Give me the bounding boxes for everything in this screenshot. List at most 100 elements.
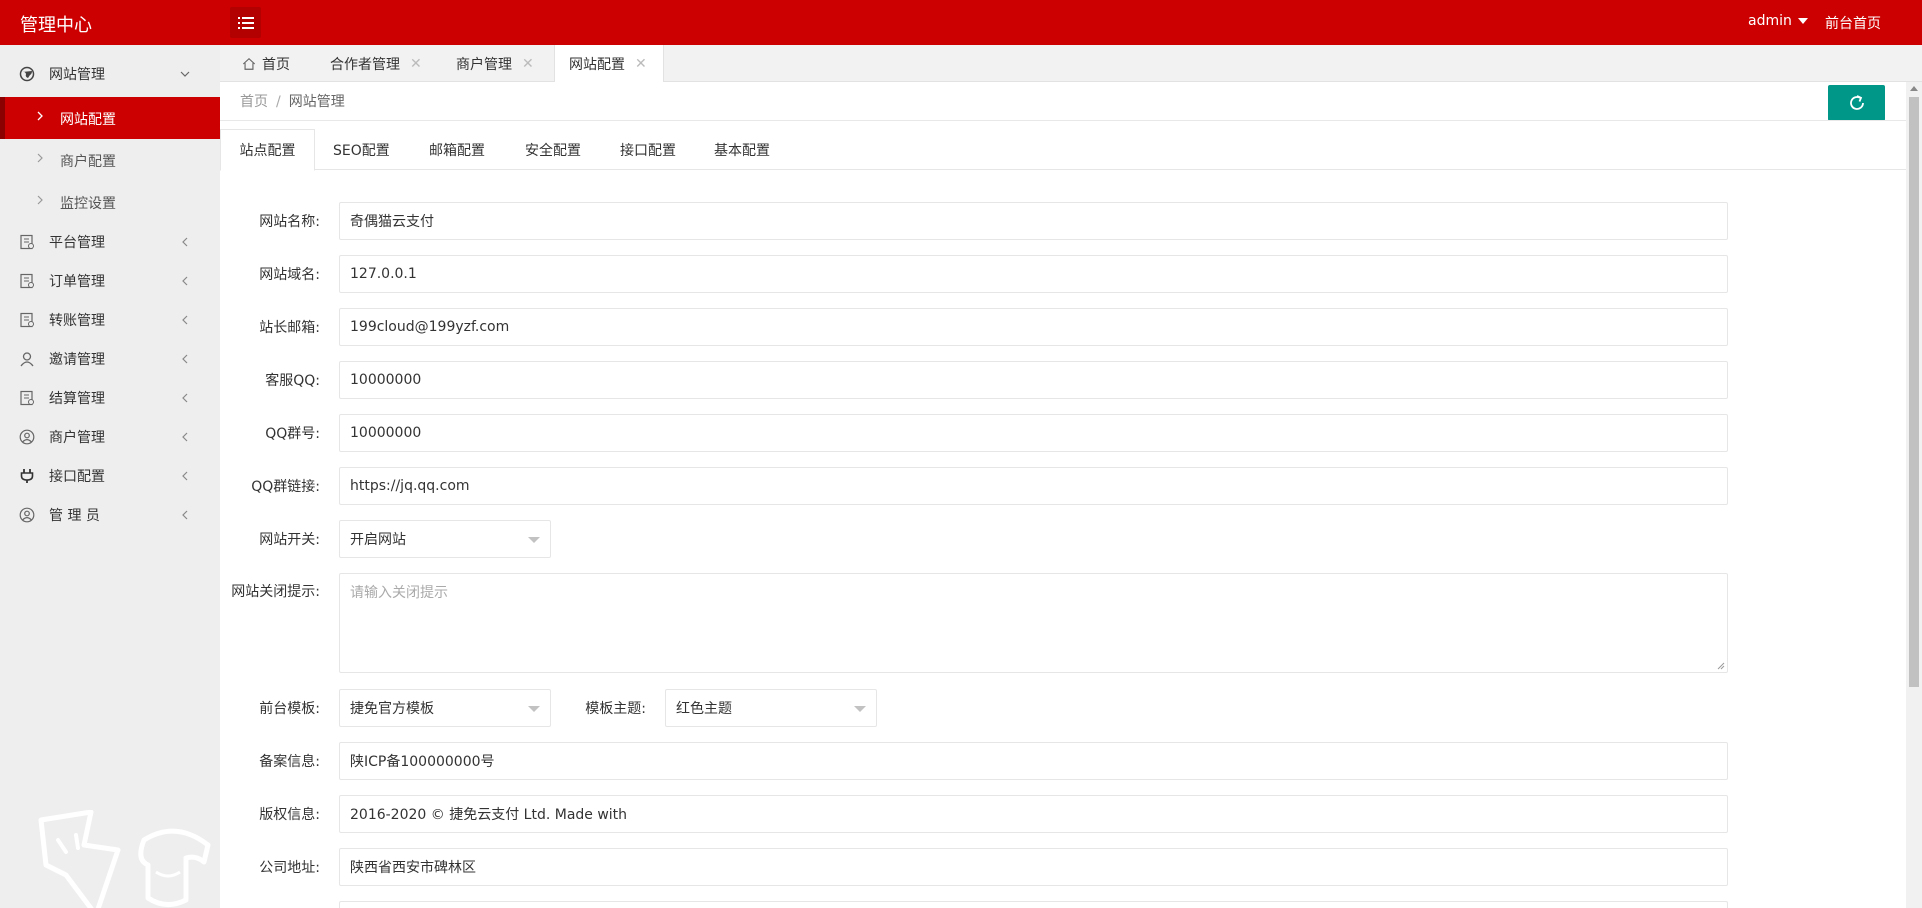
chevron-left-icon xyxy=(182,315,188,325)
sidebar-subitem-monitor-settings[interactable]: 监控设置 xyxy=(0,181,220,223)
icp-label: 备案信息: xyxy=(259,754,320,770)
sidebar: 网站管理 网站配置 商户配置 监控设置 平台管理 订单管理 转账管理 邀请管理 … xyxy=(0,45,220,908)
qq-group-link-label: QQ群链接: xyxy=(251,479,320,495)
watermark-logo-icon xyxy=(38,810,211,908)
resize-handle-icon[interactable] xyxy=(1717,662,1725,670)
chevron-left-icon xyxy=(182,471,188,481)
document-icon xyxy=(20,390,34,406)
site-switch-select[interactable]: 开启网站 xyxy=(339,520,551,558)
sidebar-item-label: 管 理 员 xyxy=(49,508,100,524)
tab-label: 合作者管理 xyxy=(330,56,400,73)
front-home-link[interactable]: 前台首页 xyxy=(1825,13,1881,33)
breadcrumb: 首页 / 网站管理 xyxy=(240,91,345,111)
template-label: 前台模板: xyxy=(259,701,320,717)
site-name-label: 网站名称: xyxy=(259,214,320,230)
site-switch-label: 网站开关: xyxy=(259,532,320,548)
tab-merchant-management[interactable]: 商户管理 ✕ xyxy=(456,45,534,82)
site-domain-input[interactable]: 127.0.0.1 xyxy=(339,255,1728,293)
copyright-input[interactable]: 2016-2020 © 捷免云支付 Ltd. Made with xyxy=(339,795,1728,833)
chevron-left-icon xyxy=(182,276,188,286)
chevron-down-icon xyxy=(180,71,190,77)
chevron-right-icon xyxy=(37,153,43,163)
tab-site-settings[interactable]: 站点配置 xyxy=(220,129,315,171)
close-icon[interactable]: ✕ xyxy=(522,56,534,72)
tab-label: 首页 xyxy=(262,56,290,73)
sidebar-subitem-site-config[interactable]: 网站配置 xyxy=(0,97,220,139)
qq-group-input[interactable]: 10000000 xyxy=(339,414,1728,452)
main-content: 首页 / 网站管理 站点配置 SEO配置 邮箱配置 安全配置 接口配置 基本配置 网… xyxy=(220,82,1906,908)
tab-security-settings[interactable]: 安全配置 xyxy=(525,129,581,170)
sidebar-item-label: 商户管理 xyxy=(49,430,105,446)
sidebar-subitem-label: 商户配置 xyxy=(60,154,116,170)
tab-home[interactable]: 首页 xyxy=(242,45,290,82)
theme-label: 模板主题: xyxy=(585,701,646,717)
plug-icon xyxy=(20,469,34,483)
tab-label: 商户管理 xyxy=(456,56,512,73)
sidebar-item-label: 平台管理 xyxy=(49,235,105,251)
close-icon[interactable]: ✕ xyxy=(635,56,647,72)
user-circle-icon xyxy=(19,429,35,445)
menu-toggle-button[interactable] xyxy=(230,7,261,38)
qq-group-link-input[interactable]: https://jq.qq.com xyxy=(339,467,1728,505)
breadcrumb-separator: / xyxy=(276,94,281,110)
sidebar-item-administrators[interactable]: 管 理 员 xyxy=(0,495,220,535)
site-domain-label: 网站域名: xyxy=(259,267,320,283)
service-qq-label: 客服QQ: xyxy=(265,373,320,389)
breadcrumb-home[interactable]: 首页 xyxy=(240,94,268,110)
tab-basic-settings[interactable]: 基本配置 xyxy=(714,129,770,170)
tab-site-config[interactable]: 网站配置 ✕ xyxy=(554,45,664,83)
user-name: admin xyxy=(1748,13,1792,29)
sidebar-item-orders[interactable]: 订单管理 xyxy=(0,261,220,301)
close-notice-textarea[interactable]: 请输入关闭提示 xyxy=(339,573,1728,673)
next-field-input[interactable] xyxy=(339,901,1728,908)
sidebar-subitem-label: 网站配置 xyxy=(60,112,116,128)
divider xyxy=(220,120,1906,121)
user-circle-icon xyxy=(19,507,35,523)
template-select[interactable]: 捷免官方模板 xyxy=(339,689,551,727)
tab-partner-management[interactable]: 合作者管理 ✕ xyxy=(330,45,422,82)
menu-icon xyxy=(237,16,254,29)
user-menu[interactable]: admin xyxy=(1748,13,1808,29)
sidebar-item-label: 网站管理 xyxy=(49,67,105,83)
site-switch-value: 开启网站 xyxy=(350,532,406,548)
scrollbar-thumb[interactable] xyxy=(1909,97,1919,687)
close-notice-label: 网站关闭提示: xyxy=(231,584,320,600)
tab-seo-settings[interactable]: SEO配置 xyxy=(333,129,390,170)
tab-api-settings[interactable]: 接口配置 xyxy=(620,129,676,170)
service-qq-input[interactable]: 10000000 xyxy=(339,361,1728,399)
close-icon[interactable]: ✕ xyxy=(410,56,422,72)
caret-down-icon xyxy=(528,537,540,543)
sidebar-subitem-merchant-config[interactable]: 商户配置 xyxy=(0,139,220,181)
sidebar-item-site-management[interactable]: 网站管理 xyxy=(0,54,220,94)
sidebar-item-platform[interactable]: 平台管理 xyxy=(0,222,220,262)
tab-email-settings[interactable]: 邮箱配置 xyxy=(429,129,485,170)
chevron-left-icon xyxy=(182,237,188,247)
qq-group-label: QQ群号: xyxy=(265,426,320,442)
sidebar-item-invites[interactable]: 邀请管理 xyxy=(0,339,220,379)
site-name-input[interactable]: 奇偶猫云支付 xyxy=(339,202,1728,240)
theme-select[interactable]: 红色主题 xyxy=(665,689,877,727)
address-input[interactable]: 陕西省西安市碑林区 xyxy=(339,848,1728,886)
sidebar-item-label: 邀请管理 xyxy=(49,352,105,368)
brand-title[interactable]: 管理中心 xyxy=(20,11,92,37)
top-header: 管理中心 admin 前台首页 xyxy=(0,0,1922,45)
icp-input[interactable]: 陕ICP备100000000号 xyxy=(339,742,1728,780)
caret-down-icon xyxy=(528,706,540,712)
admin-email-label: 站长邮箱: xyxy=(259,320,320,336)
sidebar-item-label: 接口配置 xyxy=(49,469,105,485)
chevron-right-icon xyxy=(37,195,43,205)
sidebar-item-merchants[interactable]: 商户管理 xyxy=(0,417,220,457)
sidebar-item-api-config[interactable]: 接口配置 xyxy=(0,456,220,496)
chevron-left-icon xyxy=(182,510,188,520)
theme-value: 红色主题 xyxy=(676,701,732,717)
close-notice-placeholder: 请输入关闭提示 xyxy=(350,585,448,601)
document-icon xyxy=(20,273,34,289)
admin-email-input[interactable]: 199cloud@199yzf.com xyxy=(339,308,1728,346)
vertical-scrollbar[interactable] xyxy=(1906,82,1922,908)
scroll-up-arrow-icon[interactable] xyxy=(1910,86,1918,91)
sidebar-item-transfers[interactable]: 转账管理 xyxy=(0,300,220,340)
copyright-label: 版权信息: xyxy=(259,807,320,823)
chevron-left-icon xyxy=(182,393,188,403)
sidebar-item-settlement[interactable]: 结算管理 xyxy=(0,378,220,418)
refresh-button[interactable] xyxy=(1828,85,1885,121)
